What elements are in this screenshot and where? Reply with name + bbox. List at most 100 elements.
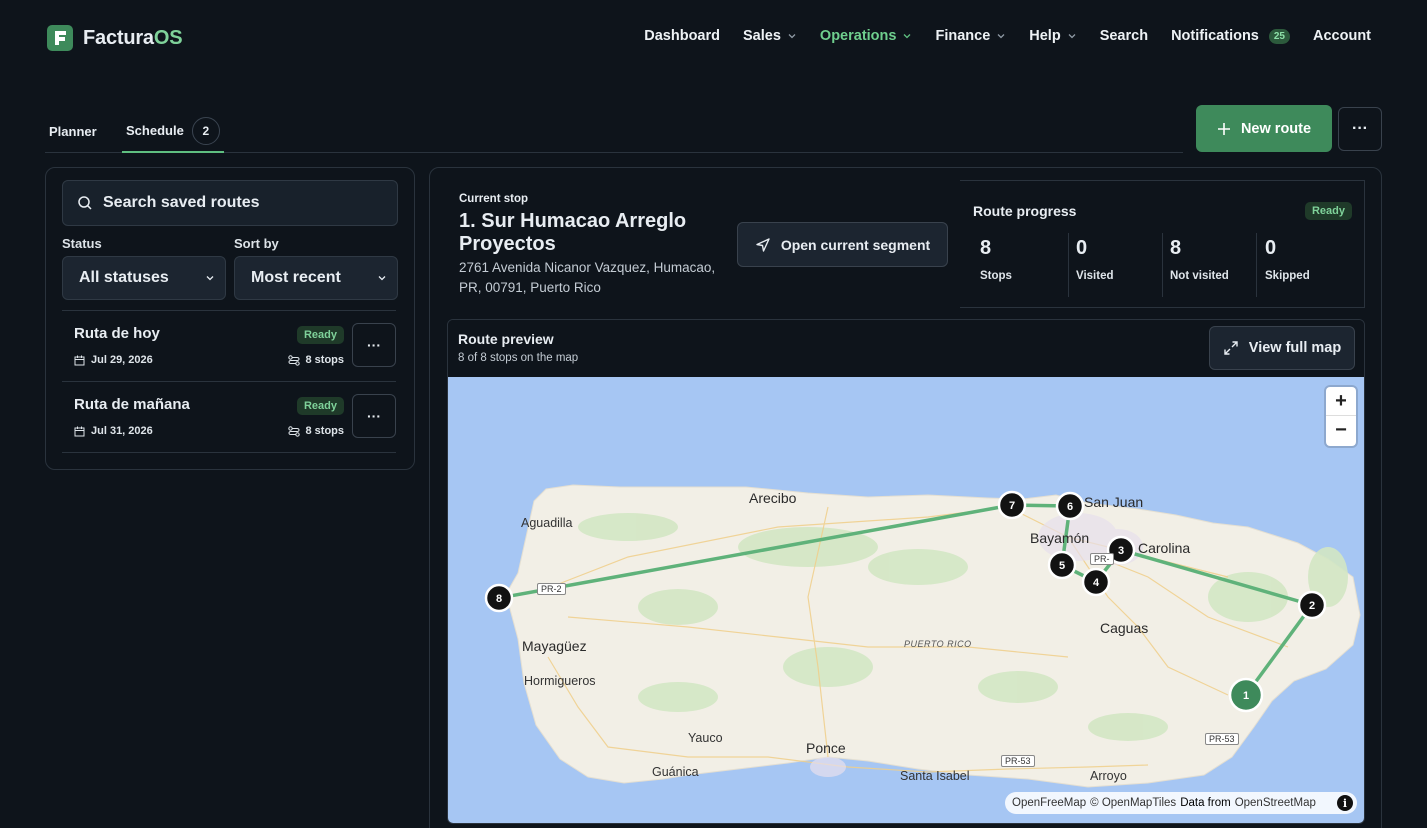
chevron-down-icon [904, 34, 911, 39]
stat-not-visited: 8 Not visited [1170, 237, 1229, 282]
stop-marker-label: 4 [1093, 577, 1100, 589]
new-route-button[interactable]: New route [1196, 105, 1332, 152]
brand-logo-icon [47, 25, 73, 51]
chevron-down-icon [788, 34, 796, 39]
top-navigation: FacturaOS Dashboard Sales Operations Fin… [0, 0, 1427, 76]
info-icon[interactable]: i [1337, 795, 1353, 811]
attribution-link[interactable]: OpenStreetMap [1235, 797, 1316, 809]
route-name: Ruta de mañana [74, 396, 190, 413]
road-shield: PR-53 [1205, 733, 1239, 745]
nav-operations[interactable]: Operations [820, 28, 913, 44]
route-more-button[interactable]: ··· [352, 394, 396, 438]
expand-icon [1224, 341, 1238, 355]
stat-stops: 8 Stops [980, 237, 1012, 282]
route-preview-subtitle: 8 of 8 stops on the map [458, 352, 579, 364]
stop-marker-5[interactable]: 5 [1047, 550, 1077, 580]
calendar-icon [74, 426, 85, 436]
search-routes-input[interactable] [103, 194, 383, 212]
status-select[interactable]: All statuses [62, 256, 226, 300]
tab-planner[interactable]: Planner [49, 110, 97, 153]
route-stops: 8 stops [288, 425, 344, 437]
attribution-link[interactable]: OpenFreeMap [1012, 797, 1086, 809]
brand[interactable]: FacturaOS [47, 25, 183, 51]
notifications-count-badge: 25 [1268, 28, 1290, 44]
place-label-guanica: Guánica [652, 765, 699, 779]
place-label-aguadilla: Aguadilla [521, 516, 573, 530]
stat-skipped: 0 Skipped [1265, 237, 1310, 282]
nav-dashboard[interactable]: Dashboard [644, 28, 720, 44]
stop-marker-2[interactable]: 2 [1297, 590, 1327, 620]
route-preview-header: Route preview 8 of 8 stops on the map Vi… [448, 320, 1364, 377]
view-full-map-button[interactable]: View full map [1209, 326, 1355, 370]
stop-marker-4[interactable]: 4 [1081, 567, 1111, 597]
more-icon: ··· [367, 408, 381, 424]
stop-marker-label: 7 [1009, 500, 1015, 512]
chevron-down-icon [378, 276, 386, 281]
place-label-san-juan: San Juan [1084, 494, 1144, 510]
map-canvas: 1 2 3 4 5 6 7 8 [484, 484, 1361, 788]
route-progress-card: Route progress Ready 8 Stops 0 Visited 8… [960, 180, 1365, 308]
route-list-item[interactable]: Ruta de mañana Ready Jul 31, 2026 8 stop… [62, 381, 396, 452]
saved-routes-panel: Status Sort by All statuses Most recent … [45, 167, 415, 470]
place-label-arecibo: Arecibo [749, 490, 797, 506]
stop-marker-label: 3 [1118, 545, 1124, 557]
chevron-down-icon [206, 276, 214, 281]
divider [1162, 233, 1163, 297]
route-map[interactable]: 1 2 3 4 5 6 7 8 Arecibo Aguadilla San Juan Baya… [448, 377, 1364, 823]
zoom-out-button[interactable]: − [1326, 416, 1356, 445]
stop-marker-label: 2 [1309, 600, 1315, 612]
current-stop-address: 2761 Avenida Nicanor Vazquez, Humacao, P… [459, 260, 716, 295]
more-icon: ··· [1352, 120, 1368, 137]
stop-marker-7[interactable]: 7 [997, 490, 1027, 520]
stop-marker-6[interactable]: 6 [1055, 491, 1085, 521]
divider [1256, 233, 1257, 297]
route-progress-title: Route progress [973, 203, 1077, 219]
stop-marker-1[interactable]: 1 [1228, 677, 1264, 713]
nav-account[interactable]: Account [1313, 28, 1371, 44]
nav-help[interactable]: Help [1029, 28, 1076, 44]
route-name: Ruta de hoy [74, 325, 160, 342]
route-icon [288, 425, 301, 437]
nav-finance[interactable]: Finance [935, 28, 1006, 44]
route-date: Jul 31, 2026 [74, 425, 153, 437]
road-shield: PR-2 [537, 583, 566, 595]
stop-marker-label: 1 [1243, 690, 1249, 702]
status-badge: Ready [296, 397, 344, 415]
zoom-in-button[interactable]: + [1326, 387, 1356, 416]
route-more-button[interactable]: ··· [352, 323, 396, 367]
schedule-count-badge: 2 [191, 116, 220, 145]
more-actions-button[interactable]: ··· [1338, 107, 1382, 151]
nav-sales[interactable]: Sales [743, 28, 797, 44]
route-preview-title: Route preview [458, 331, 554, 347]
stat-visited: 0 Visited [1076, 237, 1114, 282]
road-shield: PR-53 [1001, 755, 1035, 767]
chevron-down-icon [1068, 34, 1076, 39]
stop-marker-label: 5 [1059, 560, 1065, 572]
place-label-hormigueros: Hormigueros [524, 674, 596, 688]
open-current-segment-button[interactable]: Open current segment [737, 222, 948, 267]
current-stop-label: Current stop [459, 193, 528, 205]
place-label-carolina: Carolina [1138, 540, 1191, 556]
place-label-santa-isabel: Santa Isabel [900, 769, 970, 783]
route-icon [288, 354, 301, 366]
status-filter-label: Status [62, 236, 102, 251]
route-stops: 8 stops [288, 354, 344, 366]
route-detail-panel: Current stop 1. Sur Humacao Arreglo Proy… [429, 167, 1382, 828]
view-tabs: Planner Schedule 2 [45, 110, 1183, 153]
route-date: Jul 29, 2026 [74, 354, 153, 366]
search-routes-field[interactable] [62, 180, 398, 226]
nav-search[interactable]: Search [1100, 28, 1148, 44]
tab-schedule[interactable]: Schedule 2 [122, 110, 224, 153]
nav-notifications[interactable]: Notifications 25 [1171, 28, 1290, 44]
route-list-item[interactable]: Ruta de hoy Ready Jul 29, 2026 8 stops ·… [62, 310, 396, 381]
calendar-icon [74, 355, 85, 365]
place-label-yauco: Yauco [688, 731, 723, 745]
route-preview-card: Route preview 8 of 8 stops on the map Vi… [447, 319, 1365, 824]
sort-select[interactable]: Most recent [234, 256, 398, 300]
map-attribution: OpenFreeMap © OpenMapTiles Data from Ope… [1005, 792, 1357, 814]
place-label-ponce: Ponce [806, 740, 846, 756]
status-badge: Ready [1304, 202, 1352, 220]
search-icon [78, 196, 92, 210]
stop-marker-label: 8 [496, 593, 502, 605]
stop-marker-8[interactable]: 8 [484, 583, 514, 613]
